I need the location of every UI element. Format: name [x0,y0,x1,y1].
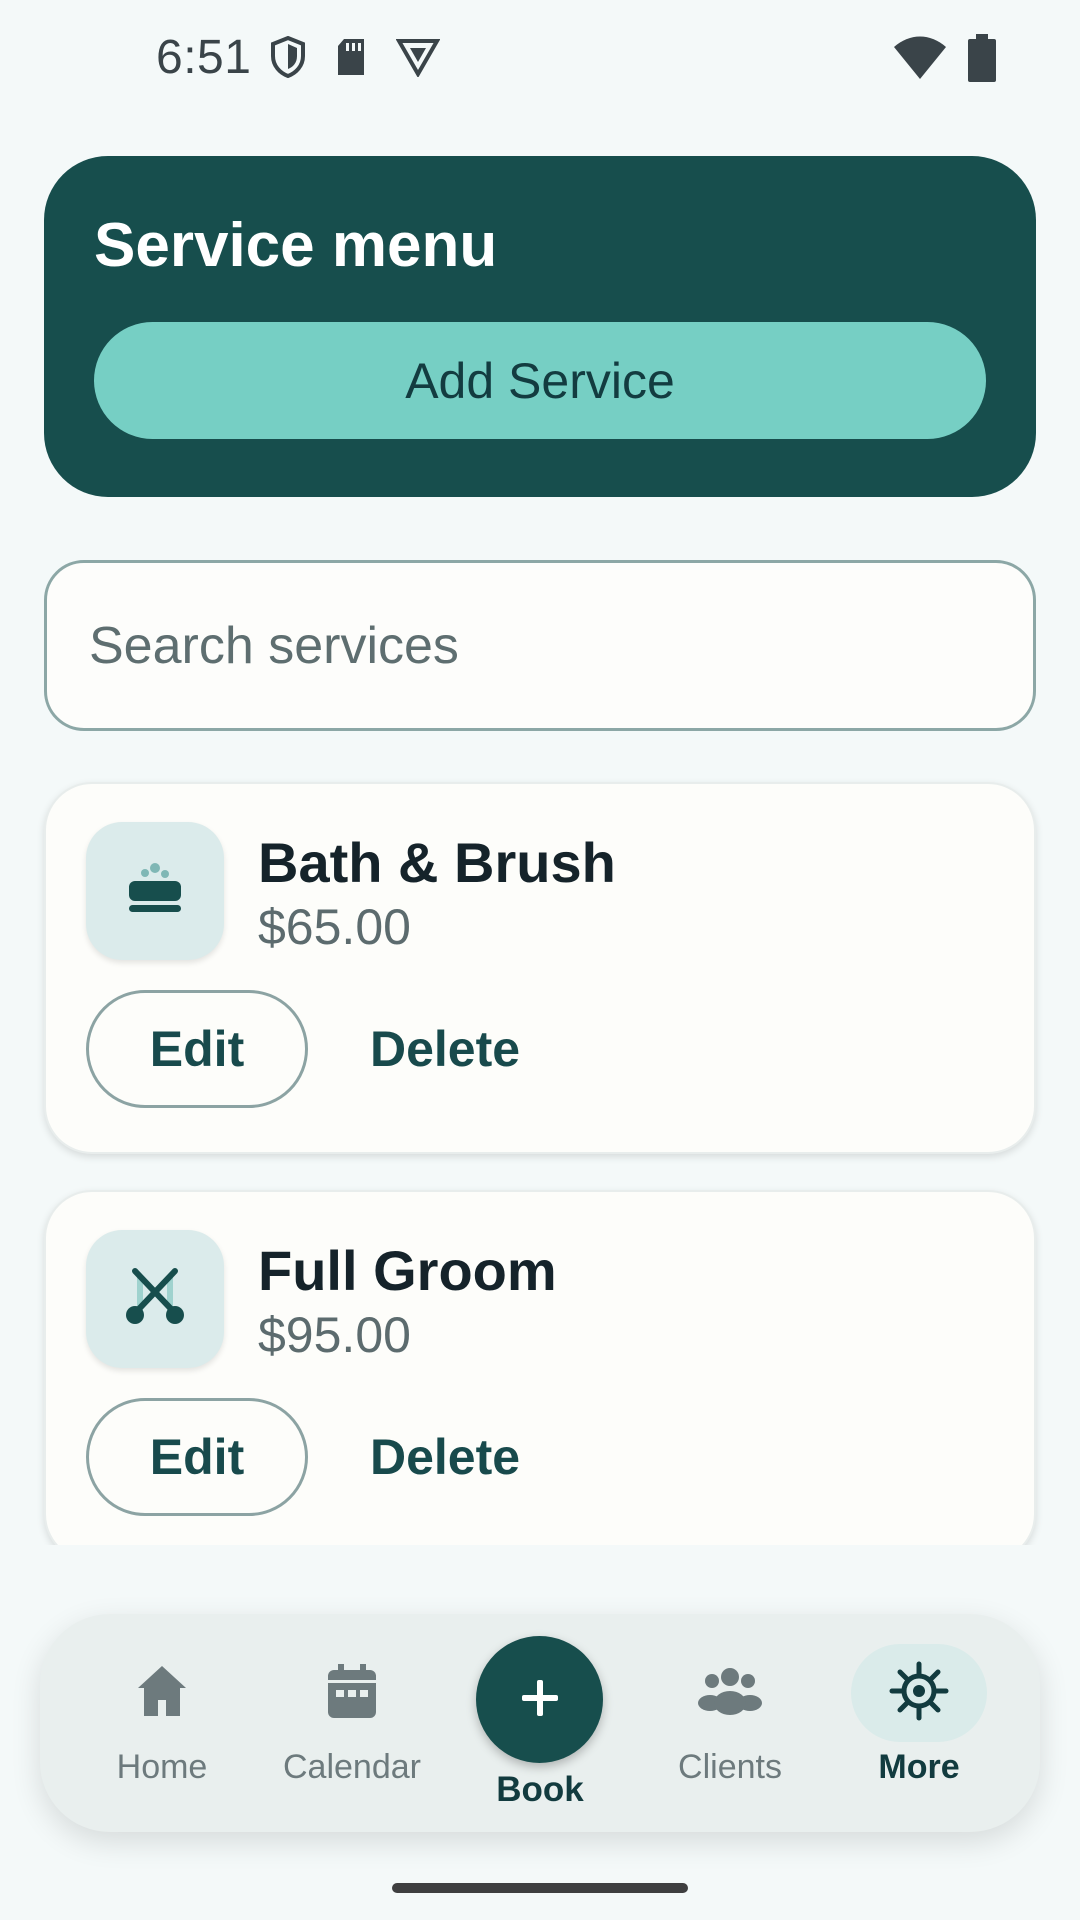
add-service-button[interactable]: Add Service [94,322,986,439]
book-label: Book [496,1770,584,1809]
nav-label: Clients [678,1748,782,1786]
service-icon-tile [86,1230,224,1368]
nav-icon-wrap [851,1644,987,1742]
clients-icon [698,1665,762,1722]
service-card: Bath & Brush $65.00 Edit Delete [44,782,1036,1154]
sd-card-icon [334,37,368,77]
battery-icon [968,34,996,82]
nav-item-more[interactable]: More [829,1614,1009,1832]
edit-button[interactable]: Edit [86,990,308,1108]
delete-button[interactable]: Delete [346,990,544,1108]
nav-label: More [878,1748,960,1786]
nav-icon-wrap [94,1644,230,1742]
edit-button[interactable]: Edit [86,1398,308,1516]
home-indicator[interactable] [392,1883,688,1893]
service-price: $65.00 [258,899,411,955]
plus-icon [518,1676,562,1723]
nav-label: Home [116,1748,208,1786]
book-button[interactable] [476,1636,603,1763]
nav-icon-wrap [284,1644,420,1742]
status-time: 6:51 [156,31,252,84]
search-input[interactable] [89,615,1033,676]
nav-icon-wrap [662,1644,798,1742]
header-card: Service menu Add Service [44,156,1036,497]
nav-label: Calendar [283,1748,421,1786]
wifi-icon [892,35,948,81]
shield-icon [270,36,306,78]
service-name: Bath & Brush [258,831,616,894]
bath-icon [125,859,185,924]
page-title: Service menu [94,211,498,280]
status-icons-right [892,34,996,82]
service-card: Full Groom $95.00 Edit Delete [44,1190,1036,1545]
nav-item-clients[interactable]: Clients [640,1614,820,1832]
gear-icon [889,1661,949,1726]
bottom-nav: Home Calendar Book Clients More [40,1614,1040,1832]
service-list[interactable]: Bath & Brush $65.00 Edit Delete Full Gro… [0,770,1080,1545]
delete-button[interactable]: Delete [346,1398,544,1516]
home-icon [136,1664,188,1723]
nav-item-home[interactable]: Home [72,1614,252,1832]
calendar-icon [328,1663,376,1723]
status-bar: 6:51 [0,0,1080,120]
service-name: Full Groom [258,1239,557,1302]
vpn-icon [396,37,440,77]
service-price: $95.00 [258,1307,411,1363]
status-icons-left [270,36,440,78]
scissors-icon [123,1265,187,1334]
search-field[interactable] [44,560,1036,731]
nav-item-calendar[interactable]: Calendar [262,1614,442,1832]
service-icon-tile [86,822,224,960]
